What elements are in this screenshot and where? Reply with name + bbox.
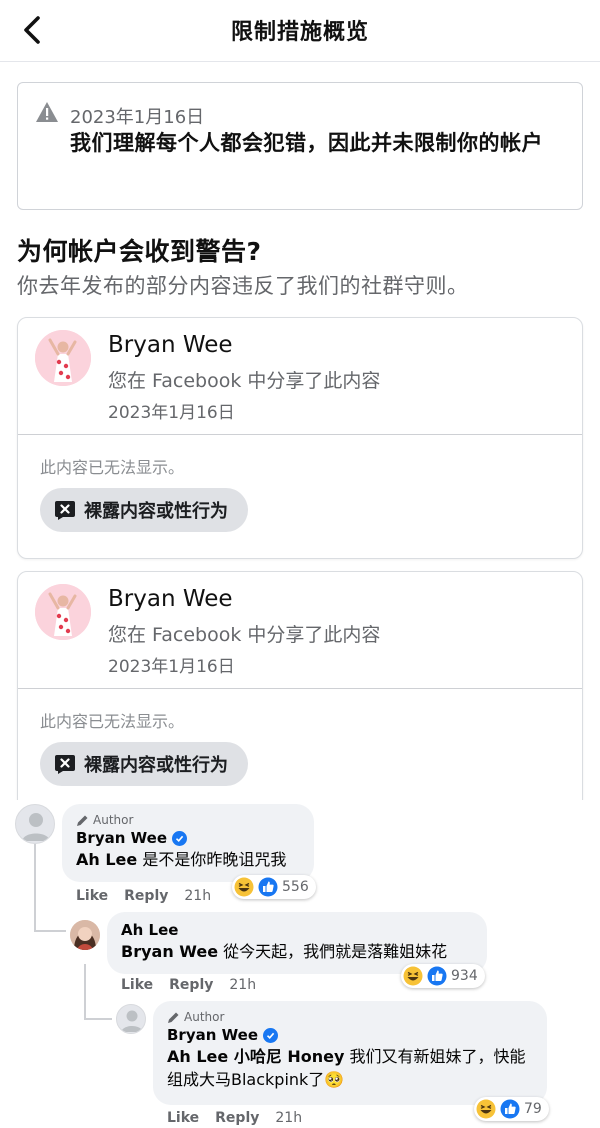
- reaction-count: 934: [451, 968, 478, 984]
- pencil-icon: [77, 815, 88, 826]
- like-reaction-icon: [427, 966, 447, 986]
- divider: [18, 688, 582, 689]
- page-title: 限制措施概览: [230, 20, 369, 45]
- verified-badge-icon: [172, 830, 187, 846]
- comment-thread: Author Bryan Wee Ah Lee 是不是你昨晚诅咒我 Like R…: [0, 800, 600, 1128]
- comment-time: 21h: [184, 888, 212, 904]
- comment-actions: Like Reply 21h: [76, 888, 211, 904]
- warning-triangle-icon: [36, 102, 58, 122]
- reaction-count: 79: [524, 1101, 542, 1117]
- comment-actions: Like Reply 21h: [121, 977, 256, 993]
- x-speech-bubble-icon: [55, 501, 75, 520]
- reply-button[interactable]: Reply: [215, 1110, 259, 1126]
- like-reaction-icon: [500, 1099, 520, 1119]
- violation-reason-label: 裸露内容或性行为: [84, 501, 228, 522]
- post-shared-text: 您在 Facebook 中分享了此内容: [108, 370, 381, 392]
- commenter-name-text: Ah Lee: [121, 921, 179, 939]
- thread-line: [34, 930, 66, 932]
- post-date: 2023年1月16日: [108, 657, 235, 677]
- avatar[interactable]: [116, 1004, 146, 1034]
- divider: [18, 434, 582, 435]
- commenter-name[interactable]: Bryan Wee: [167, 1026, 533, 1044]
- reaction-count: 556: [282, 879, 309, 895]
- commenter-name-text: Bryan Wee: [76, 829, 167, 847]
- like-button[interactable]: Like: [121, 977, 153, 993]
- like-reaction-icon: [258, 877, 278, 897]
- why-subtext: 你去年发布的部分内容违反了我们的社群守则。: [17, 274, 469, 298]
- like-button[interactable]: Like: [76, 888, 108, 904]
- post-author-name: Bryan Wee: [108, 586, 233, 612]
- author-tag: Author: [167, 1010, 533, 1024]
- author-tag: Author: [76, 813, 300, 827]
- reaction-summary[interactable]: 934: [401, 964, 485, 988]
- content-unavailable-text: 此内容已无法显示。: [40, 458, 185, 477]
- author-tag-label: Author: [184, 1010, 225, 1024]
- commenter-name[interactable]: Bryan Wee: [76, 829, 300, 847]
- top-bar: 限制措施概览: [0, 0, 600, 62]
- comment-bubble[interactable]: Author Bryan Wee Ah Lee 是不是你昨晚诅咒我: [62, 804, 314, 882]
- pleading-face-emoji: 🥺: [324, 1070, 345, 1089]
- violation-reason-chip[interactable]: 裸露内容或性行为: [40, 488, 248, 532]
- content-unavailable-text: 此内容已无法显示。: [40, 712, 185, 731]
- comment-time: 21h: [275, 1110, 303, 1126]
- avatar: [35, 584, 91, 640]
- comment-text: Ah Lee 小哈尼 Honey 我们又有新姐妹了，快能组成大马Blackpin…: [167, 1045, 533, 1091]
- thread-line: [84, 964, 86, 1020]
- author-tag-label: Author: [93, 813, 134, 827]
- violation-reason-chip[interactable]: 裸露内容或性行为: [40, 742, 248, 786]
- why-heading: 为何帐户会收到警告?: [17, 237, 262, 266]
- avatar[interactable]: [70, 920, 100, 950]
- commenter-name[interactable]: Ah Lee: [121, 921, 473, 939]
- comment-body: 從今天起，我們就是落難姐妹花: [218, 942, 448, 961]
- thread-line: [34, 844, 36, 932]
- comment-time: 21h: [229, 977, 257, 993]
- reply-button[interactable]: Reply: [169, 977, 213, 993]
- haha-reaction-icon: [476, 1099, 496, 1119]
- mention-link[interactable]: Ah Lee 小哈尼 Honey: [167, 1047, 344, 1066]
- haha-reaction-icon: [403, 966, 423, 986]
- comment-text: Ah Lee 是不是你昨晚诅咒我: [76, 848, 300, 871]
- avatar: [35, 330, 91, 386]
- haha-reaction-icon: [234, 877, 254, 897]
- avatar[interactable]: [15, 804, 55, 844]
- notice-card: 2023年1月16日 我们理解每个人都会犯错，因此并未限制你的帐户: [17, 82, 583, 210]
- post-author-name: Bryan Wee: [108, 332, 233, 358]
- mention-link[interactable]: Bryan Wee: [121, 942, 218, 961]
- comment-actions: Like Reply 21h: [167, 1110, 302, 1126]
- comment-body: 是不是你昨晚诅咒我: [137, 850, 287, 869]
- violation-reason-label: 裸露内容或性行为: [84, 755, 228, 776]
- notice-date: 2023年1月16日: [70, 107, 205, 128]
- reaction-summary[interactable]: 556: [232, 875, 316, 899]
- post-card[interactable]: Bryan Wee 您在 Facebook 中分享了此内容 2023年1月16日…: [17, 571, 583, 813]
- post-shared-text: 您在 Facebook 中分享了此内容: [108, 624, 381, 646]
- thread-line: [84, 1018, 112, 1020]
- commenter-name-text: Bryan Wee: [167, 1026, 258, 1044]
- mention-link[interactable]: Ah Lee: [76, 850, 137, 869]
- post-card[interactable]: Bryan Wee 您在 Facebook 中分享了此内容 2023年1月16日…: [17, 317, 583, 559]
- pencil-icon: [168, 1012, 179, 1023]
- reply-button[interactable]: Reply: [124, 888, 168, 904]
- notice-message: 我们理解每个人都会犯错，因此并未限制你的帐户: [70, 131, 543, 155]
- comment-bubble[interactable]: Author Bryan Wee Ah Lee 小哈尼 Honey 我们又有新姐…: [153, 1001, 547, 1105]
- x-speech-bubble-icon: [55, 755, 75, 774]
- reaction-summary[interactable]: 79: [474, 1097, 549, 1121]
- like-button[interactable]: Like: [167, 1110, 199, 1126]
- comment-text: Bryan Wee 從今天起，我們就是落難姐妹花: [121, 940, 473, 963]
- verified-badge-icon: [263, 1027, 278, 1043]
- post-date: 2023年1月16日: [108, 403, 235, 423]
